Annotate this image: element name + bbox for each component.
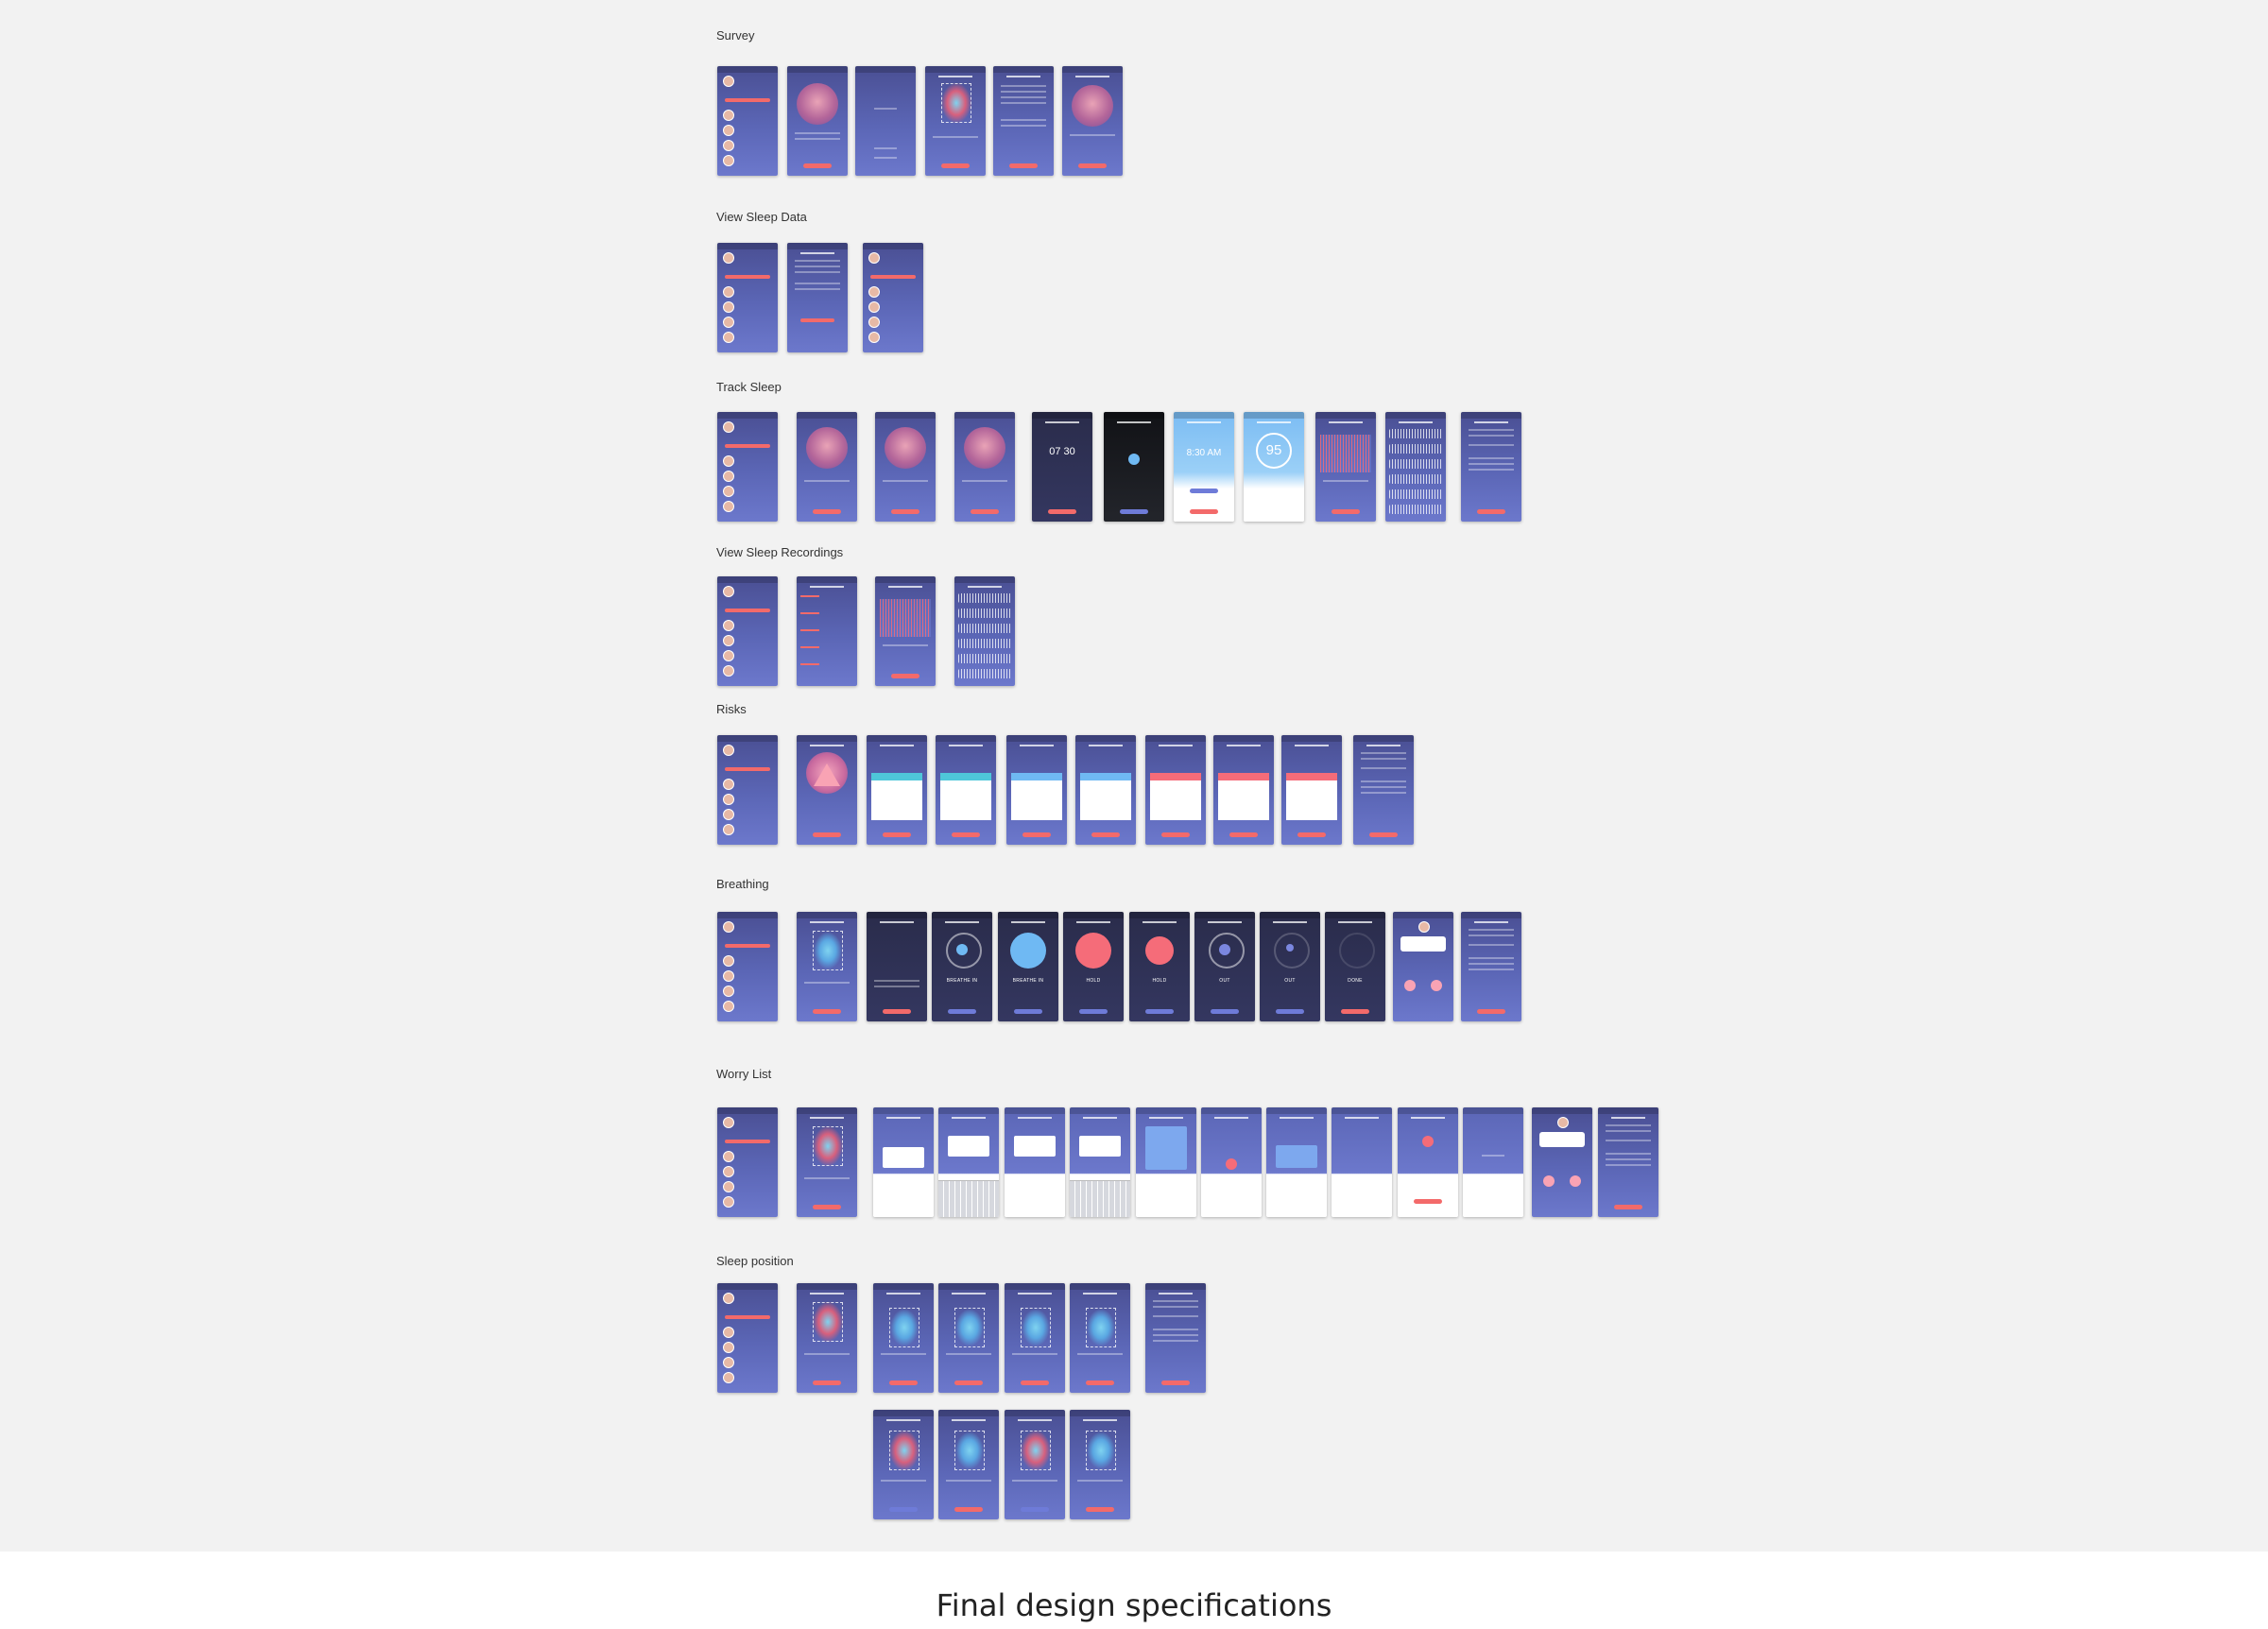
screen-thumbnail[interactable] <box>1463 1107 1523 1217</box>
screen-thumbnail[interactable] <box>797 1107 857 1217</box>
screen-thumbnail[interactable] <box>1145 735 1206 845</box>
screen-thumbnail[interactable] <box>1461 412 1521 522</box>
screen-thumbnail[interactable] <box>717 243 778 352</box>
screen-thumbnail[interactable] <box>873 1107 934 1217</box>
screen-thumbnail[interactable]: DONE <box>1325 912 1385 1021</box>
screen-thumbnail[interactable]: BREATHE IN <box>998 912 1058 1021</box>
screen-thumbnail[interactable]: 95 <box>1244 412 1304 522</box>
screen-thumbnail[interactable] <box>1005 1283 1065 1393</box>
screen-thumbnail[interactable] <box>717 412 778 522</box>
screen-thumbnail[interactable] <box>797 576 857 686</box>
out-label: OUT <box>1284 978 1296 984</box>
screen-thumbnail[interactable] <box>1070 1107 1130 1217</box>
screen-thumbnail[interactable] <box>1398 1107 1458 1217</box>
screen-thumbnail[interactable] <box>717 912 778 1021</box>
section-label-survey: Survey <box>716 28 755 43</box>
screen-thumbnail[interactable] <box>936 735 996 845</box>
screen-thumbnail[interactable]: HOLD <box>1129 912 1190 1021</box>
screen-thumbnail[interactable] <box>1145 1283 1206 1393</box>
screen-thumbnail[interactable] <box>925 66 986 176</box>
screen-thumbnail[interactable] <box>717 1107 778 1217</box>
screen-thumbnail[interactable] <box>797 1283 857 1393</box>
screen-thumbnail[interactable] <box>1461 912 1521 1021</box>
alarm-time: 07 30 <box>1049 446 1075 457</box>
screen-thumbnail[interactable] <box>867 735 927 845</box>
screen-thumbnail[interactable] <box>1266 1107 1327 1217</box>
done-label: DONE <box>1348 978 1363 984</box>
hold-label: HOLD <box>1152 978 1167 984</box>
screen-thumbnail[interactable] <box>873 1283 934 1393</box>
screen-thumbnail[interactable]: 8:30 AM <box>1174 412 1234 522</box>
screen-thumbnail[interactable] <box>1598 1107 1658 1217</box>
breathe-in-label: BREATHE IN <box>946 978 978 984</box>
screen-thumbnail[interactable] <box>1315 412 1376 522</box>
screen-thumbnail[interactable] <box>797 735 857 845</box>
section-label-track-sleep: Track Sleep <box>716 380 782 394</box>
screen-thumbnail[interactable] <box>787 243 848 352</box>
screen-thumbnail[interactable]: OUT <box>1260 912 1320 1021</box>
screen-thumbnail[interactable]: HOLD <box>1063 912 1124 1021</box>
screen-thumbnail[interactable]: BREATHE IN <box>932 912 992 1021</box>
screen-thumbnail[interactable] <box>954 576 1015 686</box>
screen-thumbnail[interactable] <box>938 1107 999 1217</box>
screen-thumbnail[interactable] <box>873 1410 934 1519</box>
page-caption: Final design specifications <box>936 1587 1332 1623</box>
out-label: OUT <box>1219 978 1230 984</box>
screen-thumbnail[interactable] <box>1393 912 1453 1021</box>
screen-thumbnail[interactable] <box>875 412 936 522</box>
screen-thumbnail[interactable] <box>993 66 1054 176</box>
hold-label: HOLD <box>1086 978 1101 984</box>
screen-thumbnail[interactable] <box>1281 735 1342 845</box>
screen-thumbnail[interactable] <box>867 912 927 1021</box>
screen-thumbnail[interactable] <box>1385 412 1446 522</box>
screen-thumbnail[interactable] <box>1006 735 1067 845</box>
screen-thumbnail[interactable] <box>717 576 778 686</box>
screen-thumbnail[interactable] <box>787 66 848 176</box>
screen-thumbnail[interactable] <box>1075 735 1136 845</box>
breathe-in-label: BREATHE IN <box>1012 978 1044 984</box>
screen-thumbnail[interactable]: 07 30 <box>1032 412 1092 522</box>
screen-thumbnail[interactable] <box>1532 1107 1592 1217</box>
screen-thumbnail[interactable] <box>1353 735 1414 845</box>
screen-thumbnail[interactable] <box>797 912 857 1021</box>
alarm-time-light: 8:30 AM <box>1186 448 1222 458</box>
screen-thumbnail[interactable] <box>875 576 936 686</box>
screen-thumbnail[interactable] <box>717 66 778 176</box>
sleep-score: 95 <box>1256 433 1292 469</box>
section-label-view-sleep-recordings: View Sleep Recordings <box>716 545 844 559</box>
section-label-sleep-position: Sleep position <box>716 1254 794 1268</box>
screen-thumbnail[interactable] <box>1005 1410 1065 1519</box>
screen-thumbnail[interactable] <box>1213 735 1274 845</box>
screen-thumbnail[interactable] <box>1062 66 1123 176</box>
section-label-view-sleep-data: View Sleep Data <box>716 210 807 224</box>
screen-thumbnail[interactable] <box>1070 1410 1130 1519</box>
screen-thumbnail[interactable] <box>717 1283 778 1393</box>
section-label-risks: Risks <box>716 702 747 716</box>
screen-thumbnail[interactable] <box>1136 1107 1196 1217</box>
screen-thumbnail[interactable] <box>717 735 778 845</box>
screen-thumbnail[interactable] <box>1005 1107 1065 1217</box>
screen-thumbnail[interactable] <box>1104 412 1164 522</box>
section-label-breathing: Breathing <box>716 877 769 891</box>
screen-thumbnail[interactable] <box>863 243 923 352</box>
screen-thumbnail[interactable] <box>938 1410 999 1519</box>
screen-thumbnail[interactable] <box>954 412 1015 522</box>
design-board: Survey View Sleep Data Track Sleep View … <box>0 0 2268 1552</box>
screen-thumbnail[interactable] <box>855 66 916 176</box>
screen-thumbnail[interactable] <box>1332 1107 1392 1217</box>
screen-thumbnail[interactable] <box>797 412 857 522</box>
screen-thumbnail[interactable] <box>1070 1283 1130 1393</box>
section-label-worry-list: Worry List <box>716 1067 772 1081</box>
screen-thumbnail[interactable]: OUT <box>1194 912 1255 1021</box>
screen-thumbnail[interactable] <box>938 1283 999 1393</box>
screen-thumbnail[interactable] <box>1201 1107 1262 1217</box>
